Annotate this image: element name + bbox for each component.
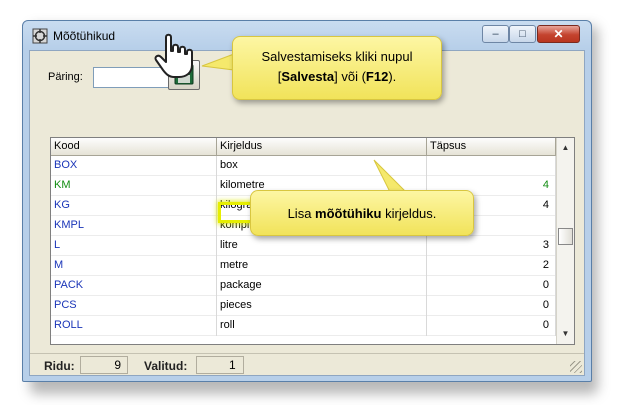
cell-description[interactable]: litre	[217, 236, 427, 256]
rows-count-label: Ridu:	[44, 359, 75, 373]
desc-callout-text: kirjeldus.	[381, 206, 437, 221]
cell-code[interactable]: BOX	[51, 156, 217, 176]
vertical-scrollbar[interactable]: ▲ ▼	[556, 138, 574, 344]
hand-pointer-icon	[154, 33, 193, 78]
table-row[interactable]: PACK package 0	[51, 276, 556, 296]
window-title: Mõõtühikud	[53, 29, 116, 43]
cell-code[interactable]: KG	[51, 196, 217, 216]
cell-code[interactable]: KM	[51, 176, 217, 196]
cell-precision[interactable]: 2	[427, 256, 556, 276]
selected-count-label: Valitud:	[144, 359, 188, 373]
units-app-icon	[32, 28, 48, 44]
column-header-precision[interactable]: Täpsus	[427, 138, 556, 156]
cell-code[interactable]: ROLL	[51, 316, 217, 336]
description-instruction-callout: Lisa mõõtühiku kirjeldus.	[250, 190, 474, 236]
resize-grip-icon[interactable]	[570, 361, 582, 373]
cell-description[interactable]: metre	[217, 256, 427, 276]
cell-precision[interactable]: 0	[427, 296, 556, 316]
table-row[interactable]: M metre 2	[51, 256, 556, 276]
cell-description[interactable]: pieces	[217, 296, 427, 316]
table-row[interactable]: BOX box	[51, 156, 556, 176]
scroll-up-arrow-icon[interactable]: ▲	[559, 142, 572, 154]
save-callout-text: ] või (	[334, 69, 366, 84]
selected-count-value: 1	[196, 356, 244, 374]
maximize-button[interactable]: □	[509, 25, 536, 43]
save-callout-line2: [Salvesta] või (F12).	[233, 67, 441, 87]
table-row[interactable]: ROLL roll 0	[51, 316, 556, 336]
cell-code[interactable]: M	[51, 256, 217, 276]
cell-description[interactable]: roll	[217, 316, 427, 336]
table-header: Kood Kirjeldus Täpsus	[51, 138, 556, 156]
save-callout-line1: Salvestamiseks kliki nupul	[261, 49, 413, 64]
scroll-down-arrow-icon[interactable]: ▼	[559, 328, 572, 340]
desc-callout-keyword: mõõtühiku	[315, 206, 382, 221]
units-table: Kood Kirjeldus Täpsus BOX box KM kilomet…	[50, 137, 575, 345]
save-callout-keyword: Salvesta	[281, 69, 335, 84]
cell-code[interactable]: PCS	[51, 296, 217, 316]
cell-code[interactable]: L	[51, 236, 217, 256]
table-row[interactable]: L litre 3	[51, 236, 556, 256]
column-header-description[interactable]: Kirjeldus	[217, 138, 427, 156]
cell-precision[interactable]: 0	[427, 276, 556, 296]
table-row[interactable]: PCS pieces 0	[51, 296, 556, 316]
save-instruction-callout: Salvestamiseks kliki nupul [Salvesta] võ…	[232, 36, 442, 100]
cell-description[interactable]: package	[217, 276, 427, 296]
save-callout-shortcut: F12	[365, 69, 389, 84]
cell-precision[interactable]	[427, 156, 556, 176]
cell-code[interactable]: KMPL	[51, 216, 217, 236]
cell-code[interactable]: PACK	[51, 276, 217, 296]
column-header-code[interactable]: Kood	[51, 138, 217, 156]
cell-precision[interactable]: 3	[427, 236, 556, 256]
query-label: Päring:	[48, 71, 83, 83]
save-callout-text: ).	[388, 69, 397, 84]
minimize-button[interactable]: –	[482, 25, 509, 43]
status-bar: Ridu: 9 Valitud: 1	[30, 353, 584, 375]
cell-precision[interactable]: 0	[427, 316, 556, 336]
close-button[interactable]: ✕	[537, 25, 580, 43]
desc-callout-text: Lisa	[287, 206, 316, 221]
rows-count-value: 9	[80, 356, 128, 374]
scroll-thumb[interactable]	[558, 228, 573, 245]
